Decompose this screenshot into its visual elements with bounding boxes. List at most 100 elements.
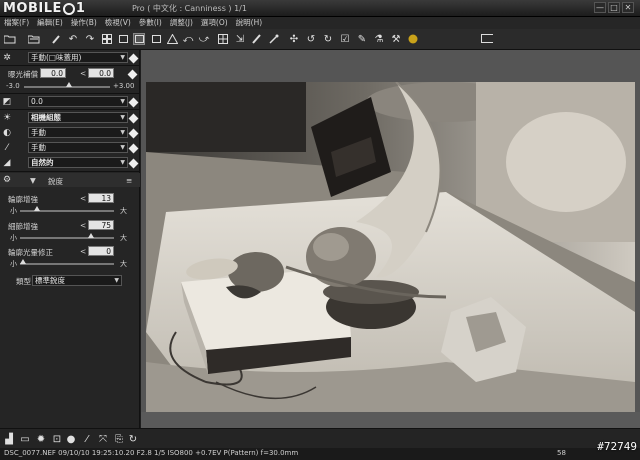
menu-view[interactable]: 檢視(V) [101,17,135,29]
detail-slider[interactable] [20,237,114,239]
tools-icon: ⚙ [2,175,12,185]
detail-input[interactable]: 75 [88,220,114,230]
menu-params[interactable]: 參數(I) [135,17,166,29]
white-balance-diamond-icon[interactable] [128,143,139,154]
sharpen-input[interactable]: 13 [88,193,114,203]
active-dlighting-row: ☀ 相機組態 ▼ [0,111,140,125]
redeye-icon[interactable]: ↻ [322,33,334,45]
brightness-dropdown[interactable]: 0.0 ▼ [28,96,128,107]
sharpen-label: 輪廓增強 [8,195,38,204]
white-balance-dropdown[interactable]: 手動 ▼ [28,142,128,153]
single-view-icon[interactable] [133,33,145,45]
picture-style-dropdown[interactable]: 自然的 ▼ [28,157,128,168]
contrast-row: ◐ 手動 ▼ [0,126,140,140]
menu-help[interactable]: 說明(H) [232,17,267,29]
edge-min: 小 [10,260,17,268]
check-icon[interactable]: ☑ [339,33,351,45]
sharpness-section-header[interactable]: ⚙ ▼ 銳度 ≡ [0,173,140,187]
open-folder-icon[interactable] [4,33,16,45]
menu-bar: 檔案(F) 編輯(E) 操作(B) 檢視(V) 參數(I) 調整(J) 選項(O… [0,17,640,29]
straighten-icon[interactable]: ⇲ [234,33,246,45]
hammer-icon[interactable]: ⚒ [390,33,402,45]
collapse-arrow-icon[interactable]: ▼ [30,176,36,185]
contrast-icon: ◐ [3,128,11,138]
divider [0,171,140,172]
exposure-diamond-icon[interactable] [127,69,138,80]
type-dropdown[interactable]: 標準銳度 ▼ [32,275,122,286]
menu-adjust[interactable]: 調整(J) [166,17,197,29]
settings-cog-icon[interactable]: ✹ [35,433,47,445]
rotate-right-icon[interactable]: ⤻ [198,33,210,45]
detail-arrow-icon: < [80,221,87,230]
image-viewer[interactable] [141,50,640,428]
pipette-icon: ⁄ [6,143,8,153]
menu-edit[interactable]: 編輯(E) [33,17,67,29]
crop-grid-icon[interactable] [217,33,229,45]
picture-control-dropdown[interactable]: 手動(□味蓋用) ▼ [28,52,128,63]
divider [0,109,140,110]
refresh-icon[interactable]: ↻ [127,433,139,445]
minimize-button[interactable]: — [594,2,606,13]
picture-control-diamond-icon[interactable] [128,53,139,64]
color-wheel-icon[interactable]: ● [65,433,77,445]
browse-folder-icon[interactable] [28,33,40,45]
color-picker-icon[interactable]: ⚗ [373,33,385,45]
close-button[interactable]: ✕ [622,2,634,13]
sharpness-section-title: 銳度 [48,177,63,186]
undo-icon[interactable]: ↶ [67,33,79,45]
section-menu-icon[interactable]: ≡ [126,176,132,185]
menu-action[interactable]: 操作(B) [67,17,101,29]
sharpen-arrow-icon: < [80,194,87,203]
brush-tool-icon[interactable]: ⁄ [81,433,93,445]
divider [0,65,140,66]
title-bar: MOBILE 1 Pro ( 中文化 : Canniness ) 1/1 — □ … [0,0,640,17]
sharpen-slider-thumb[interactable] [34,206,40,211]
edge-slider-thumb[interactable] [20,259,26,264]
edge-input[interactable]: 0 [88,246,114,256]
detail-max: 大 [120,234,127,242]
grid-view-icon[interactable] [101,33,113,45]
rotate-left-icon[interactable]: ⤺ [182,33,194,45]
monitor-icon[interactable] [481,33,493,45]
file-info: DSC_0077.NEF 09/10/10 19:25:10.20 F2.8 1… [4,449,299,457]
exposure-input-secondary[interactable]: 0.0 [88,68,114,78]
contrast-diamond-icon[interactable] [128,128,139,139]
menu-file[interactable]: 檔案(F) [0,17,33,29]
picture-style-diamond-icon[interactable] [128,158,139,169]
control-point-icon[interactable]: ✣ [288,33,300,45]
contrast-dropdown[interactable]: 手動 ▼ [28,127,128,138]
brightness-diamond-icon[interactable] [128,97,139,108]
filmstrip-view-icon[interactable] [117,33,129,45]
comment-icon[interactable]: ▭ [19,433,31,445]
lasso-icon[interactable]: ↺ [305,33,317,45]
gear-icon: ✲ [3,53,11,63]
retouch-icon[interactable]: ✎ [356,33,368,45]
exposure-label: 曝光補償 [8,70,38,79]
eyedropper-icon[interactable] [268,33,280,45]
edge-slider[interactable] [20,263,114,265]
maximize-button[interactable]: □ [608,2,620,13]
crop-icon[interactable]: ⊡ [51,433,63,445]
zoom-level: 58 [557,449,566,457]
exposure-min: -3.0 [6,82,20,90]
expand-icon[interactable]: ⤧ [97,433,109,445]
brush-icon[interactable] [251,33,263,45]
active-dlighting-dropdown[interactable]: 相機組態 ▼ [28,112,128,123]
menu-options[interactable]: 選項(O) [197,17,232,29]
brightness-icon: ◩ [2,97,12,107]
status-bar: DSC_0077.NEF 09/10/10 19:25:10.20 F2.8 1… [0,448,640,460]
compare-view-icon[interactable] [150,33,162,45]
viewer-bottom-strip [141,412,640,428]
histogram-icon[interactable]: ▟ [3,433,15,445]
exposure-input[interactable]: 0.0 [40,68,66,78]
redo-icon[interactable]: ↷ [84,33,96,45]
curve-icon: ◢ [3,158,11,168]
exposure-slider-thumb[interactable] [66,82,72,87]
update-icon[interactable] [407,33,419,45]
divider [0,93,140,94]
save-icon[interactable] [50,33,62,45]
stamp-icon[interactable]: ⎘ [113,433,125,445]
warning-icon[interactable] [166,33,178,45]
active-dlighting-diamond-icon[interactable] [128,113,139,124]
detail-slider-thumb[interactable] [88,233,94,238]
